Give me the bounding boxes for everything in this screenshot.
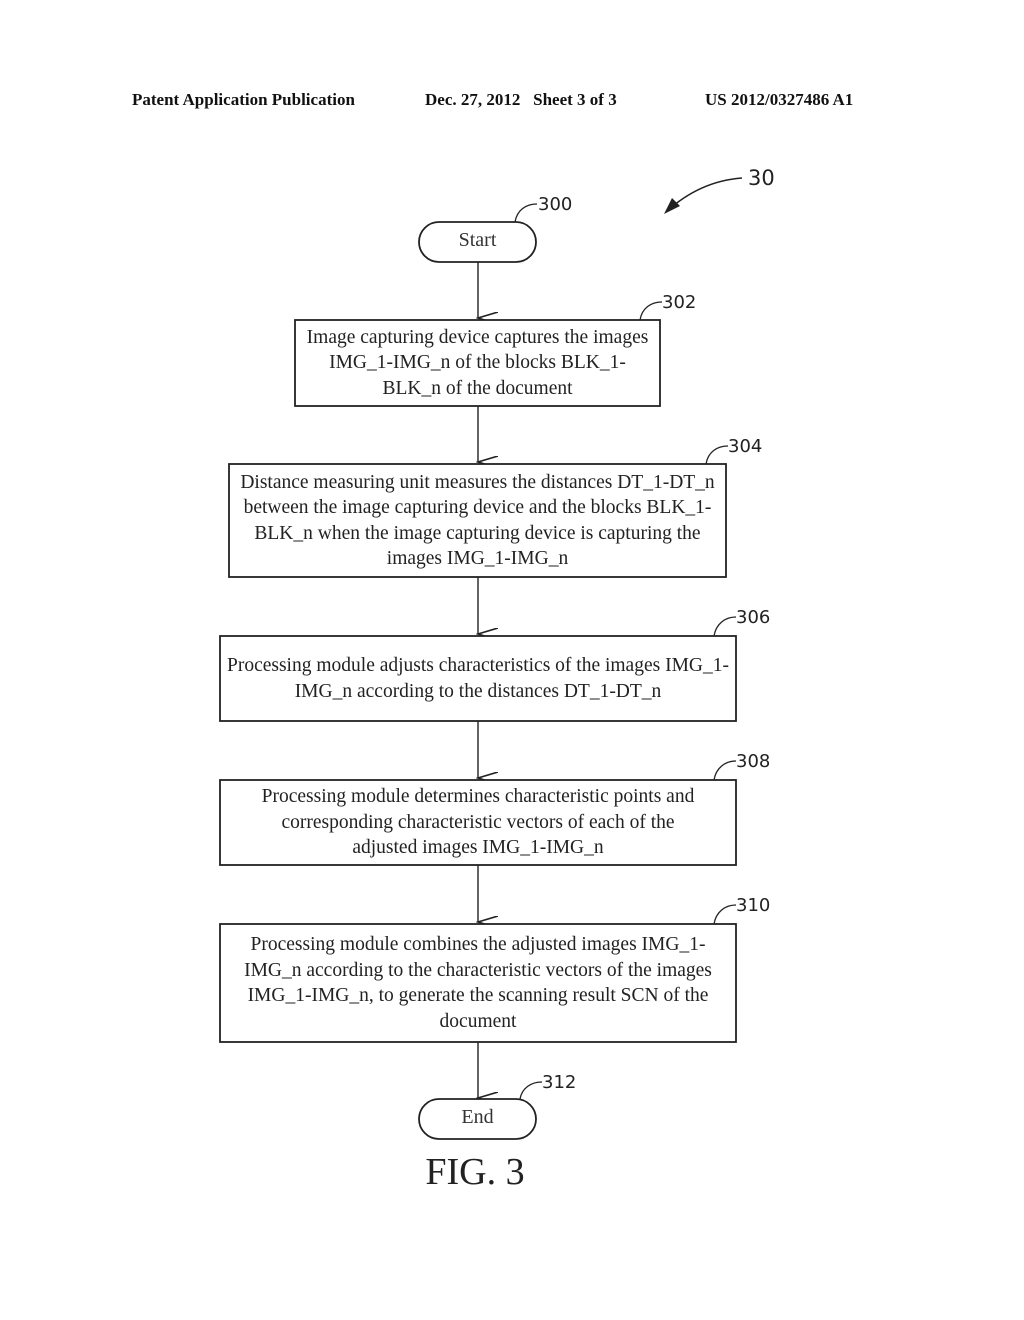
figure-ref-label: 30	[748, 166, 775, 190]
ref-leader-300	[514, 203, 538, 223]
ref-label-302: 302	[662, 292, 697, 313]
ref-leader-304	[705, 445, 729, 465]
start-label: Start	[458, 229, 497, 251]
step-text-310: Processing module combines the adjusted …	[244, 934, 712, 1032]
ref-label-308: 308	[736, 751, 771, 772]
ref-label-306: 306	[736, 607, 771, 628]
ref-label-300: 300	[538, 194, 573, 215]
step-text-304: Distance measuring unit measures the dis…	[240, 471, 715, 570]
ref-leader-308	[713, 760, 737, 781]
step-text-308: Processing module determines characteris…	[261, 786, 695, 859]
ref-leader-302	[639, 301, 663, 321]
figure-ref-arrowhead	[664, 198, 680, 214]
ref-leader-312	[519, 1081, 543, 1100]
step-text-306: Processing module adjusts characteristic…	[226, 655, 729, 702]
ref-leader-306	[713, 616, 737, 637]
ref-leader-310	[713, 904, 737, 925]
ref-label-310: 310	[736, 895, 771, 916]
ref-label-312: 312	[542, 1072, 577, 1093]
end-label: End	[461, 1106, 494, 1128]
ref-label-304: 304	[728, 436, 763, 457]
step-text-302: Image capturing device captures the imag…	[306, 326, 649, 399]
figure-label: FIG. 3	[425, 1151, 525, 1193]
